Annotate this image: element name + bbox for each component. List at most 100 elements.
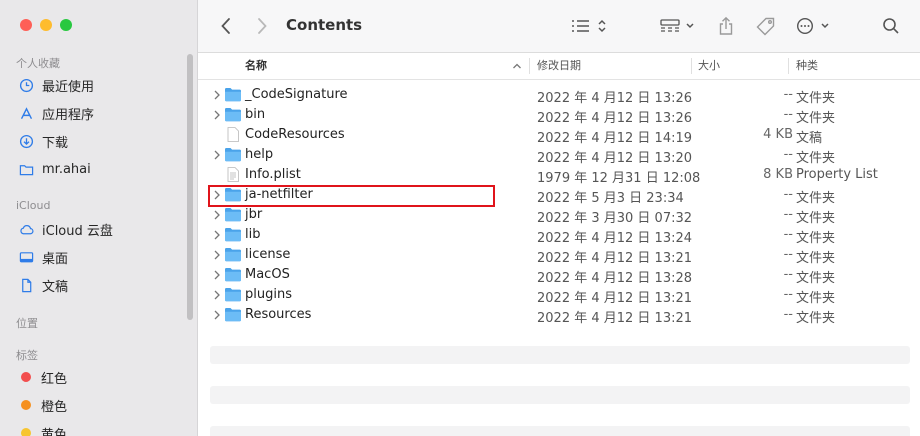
sidebar-item-label: mr.ahai (42, 161, 91, 177)
sidebar-item-applications[interactable]: 应用程序 (18, 103, 94, 123)
back-button[interactable] (216, 14, 236, 38)
file-kind: 文件夹 (796, 91, 836, 106)
file-modified-date: 2022 年 4 月12 日 13:26 (537, 111, 693, 126)
sidebar-item-label: 应用程序 (42, 107, 95, 123)
file-row-info-plist[interactable]: Info.plist 1979 年 12 月31 日 12:08 8 KB Prope… (208, 165, 908, 186)
disclosure-triangle-icon[interactable] (213, 249, 223, 261)
disclosure-triangle-icon[interactable] (213, 109, 223, 121)
file-row-bin[interactable]: bin 2022 年 4 月12 日 13:26 -- 文件夹 (208, 105, 908, 126)
download-icon (18, 133, 34, 149)
disclosure-triangle-icon[interactable] (213, 209, 223, 221)
file-modified-date: 2022 年 3 月30 日 07:32 (537, 211, 693, 226)
file-name: license (245, 247, 291, 262)
file-row-coderesources[interactable]: CodeResources 2022 年 4 月12 日 14:19 4 KB 文稿 (208, 125, 908, 146)
gallery-view-button[interactable] (660, 14, 698, 38)
applications-icon (18, 105, 34, 121)
column-divider[interactable] (691, 58, 692, 74)
file-kind: 文件夹 (796, 271, 836, 286)
window-title: Contents (286, 16, 363, 34)
folder-icon (224, 227, 242, 242)
file-modified-date: 2022 年 4 月12 日 13:26 (537, 91, 693, 106)
folder-icon (224, 247, 242, 262)
file-modified-date: 2022 年 4 月12 日 13:20 (537, 151, 693, 166)
file-modified-date: 2022 年 5 月3 日 23:34 (537, 191, 684, 206)
sidebar-item-home[interactable]: mr.ahai (18, 159, 91, 179)
column-headers: 名称 修改日期 大小 种类 (198, 53, 920, 80)
sidebar-scrollbar[interactable] (187, 54, 193, 320)
sidebar-item-documents[interactable]: 文稿 (18, 275, 68, 295)
file-kind: 文件夹 (796, 191, 836, 206)
column-header-name[interactable]: 名称 (245, 53, 267, 79)
file-row-lib[interactable]: lib 2022 年 4 月12 日 13:24 -- 文件夹 (208, 225, 908, 246)
sidebar-tag-orange[interactable]: 橙色 (18, 395, 67, 415)
search-button[interactable] (880, 14, 902, 38)
tag-button[interactable] (754, 14, 778, 38)
folder-icon (224, 267, 242, 282)
sidebar-item-icloud-drive[interactable]: iCloud 云盘 (18, 219, 113, 239)
file-modified-date: 1979 年 12 月31 日 12:08 (537, 171, 701, 186)
share-button[interactable] (716, 14, 736, 38)
search-icon (882, 17, 900, 35)
column-header-size[interactable]: 大小 (698, 53, 720, 79)
disclosure-triangle-icon[interactable] (213, 289, 223, 301)
chevron-right-icon (256, 17, 268, 35)
zoom-button[interactable] (60, 19, 72, 31)
column-header-kind[interactable]: 种类 (796, 53, 818, 79)
minimize-button[interactable] (40, 19, 52, 31)
sidebar-tag-yellow[interactable]: 黄色 (18, 423, 67, 436)
forward-button[interactable] (252, 14, 272, 38)
file-modified-date: 2022 年 4 月12 日 13:21 (537, 291, 693, 306)
folder-icon (224, 307, 242, 322)
file-name: _CodeSignature (245, 87, 348, 102)
folder-icon (224, 207, 242, 222)
empty-row (210, 426, 910, 436)
list-view-icon (571, 18, 609, 34)
file-row-jbr[interactable]: jbr 2022 年 3 月30 日 07:32 -- 文件夹 (208, 205, 908, 226)
sort-ascending-icon[interactable] (512, 53, 522, 79)
column-divider[interactable] (788, 58, 789, 74)
file-size: -- (783, 267, 793, 282)
empty-row (210, 386, 910, 404)
folder-icon (18, 161, 34, 177)
close-button[interactable] (20, 19, 32, 31)
disclosure-triangle-icon[interactable] (213, 269, 223, 281)
sidebar-item-label: 橙色 (41, 399, 68, 415)
tag-icon (755, 16, 777, 36)
column-header-date[interactable]: 修改日期 (537, 53, 581, 79)
locations-header: 位置 (16, 317, 38, 330)
file-kind: 文稿 (796, 131, 823, 146)
sidebar-item-recents[interactable]: 最近使用 (18, 75, 94, 95)
sidebar-item-desktop[interactable]: 桌面 (18, 247, 68, 267)
favorites-header: 个人收藏 (16, 57, 60, 70)
sidebar-item-downloads[interactable]: 下载 (18, 131, 68, 151)
folder-icon (224, 287, 242, 302)
file-modified-date: 2022 年 4 月12 日 14:19 (537, 131, 693, 146)
list-view-button[interactable] (570, 14, 610, 38)
sidebar-tag-red[interactable]: 红色 (18, 367, 67, 387)
file-size: 8 KB (763, 167, 793, 182)
file-kind: 文件夹 (796, 111, 836, 126)
file-kind: 文件夹 (796, 311, 836, 326)
file-size: 4 KB (763, 127, 793, 142)
file-row-help[interactable]: help 2022 年 4 月12 日 13:20 -- 文件夹 (208, 145, 908, 166)
file-row-plugins[interactable]: plugins 2022 年 4 月12 日 13:21 -- 文件夹 (208, 285, 908, 306)
sidebar-item-label: 下载 (42, 135, 69, 151)
disclosure-triangle-icon[interactable] (213, 229, 223, 241)
file-row-macos[interactable]: MacOS 2022 年 4 月12 日 13:28 -- 文件夹 (208, 265, 908, 286)
column-divider[interactable] (529, 58, 530, 74)
ellipsis-circle-icon (796, 17, 832, 35)
disclosure-triangle-icon[interactable] (213, 89, 223, 101)
file-row-license[interactable]: license 2022 年 4 月12 日 13:21 -- 文件夹 (208, 245, 908, 266)
file-row-codesignature[interactable]: _CodeSignature 2022 年 4 月12 日 13:26 -- 文件夹 (208, 85, 908, 106)
folder-icon (224, 107, 242, 122)
disclosure-triangle-icon[interactable] (213, 309, 223, 321)
tag-dot-icon (21, 428, 31, 436)
file-row-resources[interactable]: Resources 2022 年 4 月12 日 13:21 -- 文件夹 (208, 305, 908, 326)
more-actions-button[interactable] (796, 14, 832, 38)
chevron-left-icon (220, 17, 232, 35)
cloud-icon (18, 221, 34, 237)
file-size: -- (783, 307, 793, 322)
file-size: -- (783, 87, 793, 102)
window-controls (20, 19, 72, 31)
disclosure-triangle-icon[interactable] (213, 149, 223, 161)
